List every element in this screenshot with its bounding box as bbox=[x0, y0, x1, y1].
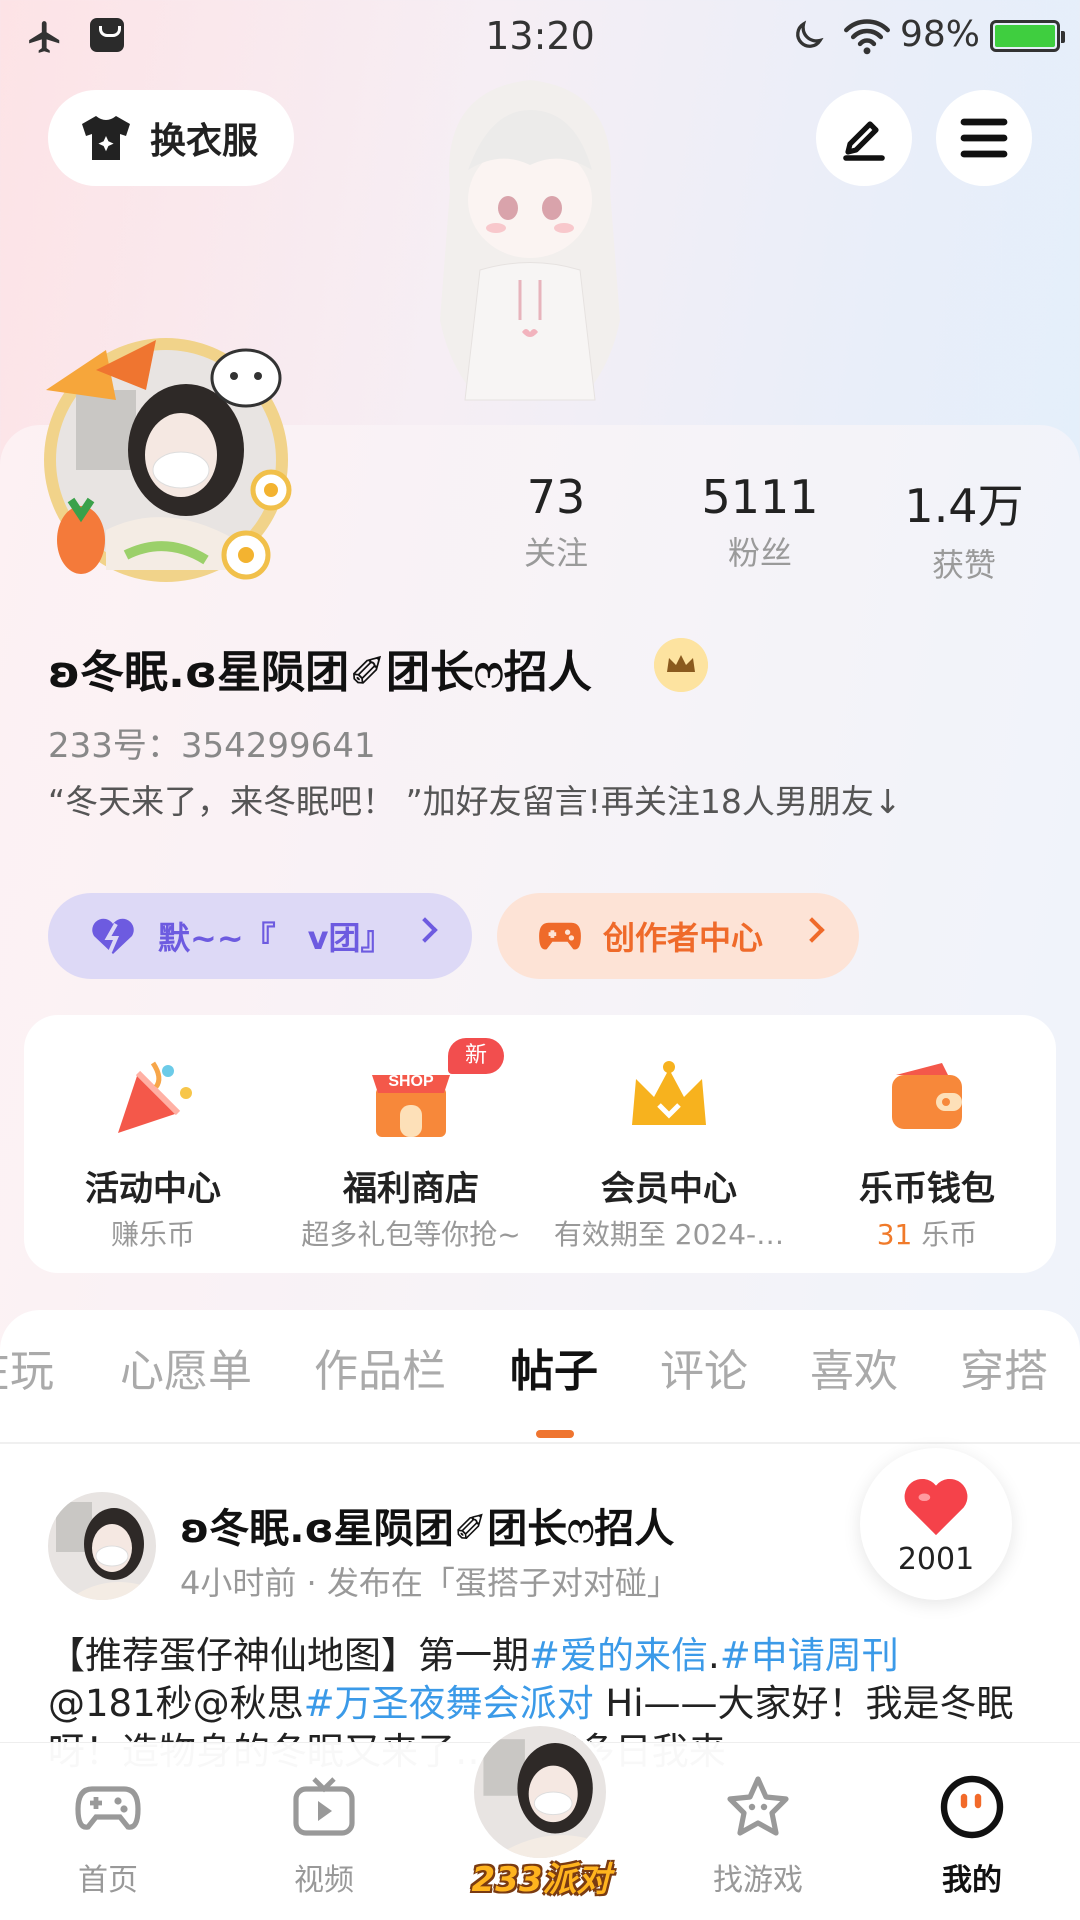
following-count: 73 bbox=[526, 470, 586, 524]
welfare-shop-title: 福利商店 bbox=[343, 1169, 479, 1209]
tab-likes[interactable]: 喜欢 bbox=[810, 1335, 898, 1399]
wallet-icon bbox=[892, 1063, 962, 1129]
tab-outfits[interactable]: 穿搭 bbox=[960, 1335, 1048, 1399]
member-center-item[interactable]: 会员中心 有效期至 2024-… bbox=[540, 1015, 798, 1273]
user-id: 233号：354299641 bbox=[48, 726, 376, 766]
post-text: . bbox=[708, 1634, 720, 1677]
activity-center-subtitle: 赚乐币 bbox=[110, 1218, 195, 1251]
post-author-name[interactable]: ʚ冬眠.ɞ星陨团✐团长ෆ招人 bbox=[180, 1496, 674, 1554]
tab-playing[interactable]: 在玩 bbox=[0, 1335, 54, 1399]
group-pill-button[interactable]: 默~~『 v团』 bbox=[48, 893, 472, 979]
chevron-right-icon bbox=[799, 917, 825, 943]
post-text: @181秒@秋思 bbox=[48, 1682, 304, 1725]
fans-label: 粉丝 bbox=[727, 534, 792, 572]
nav-mine[interactable]: 我的 bbox=[902, 1743, 1042, 1920]
do-not-disturb-icon bbox=[796, 20, 824, 48]
battery-percent: 98% bbox=[900, 14, 981, 55]
feature-shortcuts: 活动中心 赚乐币 SHOP 福利商店 超多礼包等你抢~ 会员中心 有效期至 20… bbox=[24, 1015, 1056, 1273]
post-text: 【推荐蛋仔神仙地图】第一期 bbox=[48, 1634, 529, 1677]
wallet-subtitle: 31 乐币 bbox=[798, 1213, 1056, 1253]
heart-icon bbox=[92, 918, 134, 954]
following-label: 关注 bbox=[523, 534, 588, 572]
wallet-title: 乐币钱包 bbox=[859, 1169, 995, 1209]
wallet-balance: 31 bbox=[876, 1218, 913, 1251]
party-popper-icon bbox=[118, 1061, 192, 1133]
activity-center-item[interactable]: 活动中心 赚乐币 bbox=[24, 1015, 282, 1273]
nav-home-label: 首页 bbox=[78, 1863, 138, 1898]
tab-divider bbox=[0, 1442, 1080, 1444]
hashtag[interactable]: #万圣夜舞会派对 bbox=[304, 1682, 594, 1725]
tab-wishlist[interactable]: 心愿单 bbox=[120, 1335, 252, 1399]
crown-badge-icon[interactable] bbox=[654, 638, 708, 692]
profile-nickname: ʚ冬眠.ɞ星陨团✐团长ෆ招人 bbox=[48, 647, 592, 698]
nav-find-games-label: 找游戏 bbox=[713, 1863, 803, 1898]
nav-home[interactable]: 首页 bbox=[38, 1743, 178, 1920]
creator-center-label: 创作者中心 bbox=[603, 919, 764, 957]
menu-icon bbox=[960, 118, 1008, 158]
likes-count: 1.4万 bbox=[904, 479, 1024, 533]
shop-icon-text: SHOP bbox=[388, 1073, 434, 1090]
nav-mine-label: 我的 bbox=[942, 1863, 1002, 1898]
profile-face-icon bbox=[940, 1775, 1004, 1839]
stat-fans[interactable]: 5111 粉丝 bbox=[670, 470, 850, 574]
member-center-subtitle: 有效期至 2024-… bbox=[553, 1218, 785, 1251]
chevron-right-icon bbox=[412, 917, 438, 943]
post-meta: 4小时前 · 发布在「蛋搭子对对碰」 bbox=[180, 1564, 679, 1602]
party-avatar-button[interactable] bbox=[470, 1722, 610, 1862]
wallet-unit: 乐币 bbox=[912, 1218, 978, 1251]
hashtag[interactable]: #爱的来信 bbox=[529, 1634, 708, 1677]
nav-video[interactable]: 视频 bbox=[254, 1743, 394, 1920]
stat-likes[interactable]: 1.4万 获赞 bbox=[874, 470, 1054, 586]
nav-video-label: 视频 bbox=[294, 1863, 354, 1898]
change-outfit-button[interactable]: 换衣服 bbox=[48, 90, 294, 186]
tab-posts[interactable]: 帖子 bbox=[510, 1335, 598, 1399]
activity-center-title: 活动中心 bbox=[85, 1169, 221, 1209]
wallet-item[interactable]: 乐币钱包 31 乐币 bbox=[798, 1015, 1056, 1273]
shop-icon: SHOP bbox=[372, 1073, 450, 1137]
menu-button[interactable] bbox=[936, 90, 1032, 186]
profile-avatar[interactable] bbox=[36, 330, 296, 590]
fans-count: 5111 bbox=[701, 470, 819, 524]
likes-label: 获赞 bbox=[931, 546, 996, 584]
star-face-icon bbox=[727, 1776, 789, 1836]
nav-find-games[interactable]: 找游戏 bbox=[688, 1743, 828, 1920]
profile-tabs: 在玩 心愿单 作品栏 帖子 评论 喜欢 穿搭 bbox=[0, 1335, 1080, 1415]
avatar-character-illustration bbox=[440, 80, 620, 401]
new-badge: 新 bbox=[448, 1038, 504, 1074]
welfare-shop-subtitle: 超多礼包等你抢~ bbox=[301, 1218, 521, 1251]
like-count: 2001 bbox=[897, 1542, 975, 1577]
tshirt-icon bbox=[82, 116, 130, 160]
member-center-title: 会员中心 bbox=[601, 1169, 737, 1209]
tab-comments[interactable]: 评论 bbox=[660, 1335, 748, 1399]
wifi-icon bbox=[844, 19, 890, 55]
gamepad-icon bbox=[539, 922, 581, 950]
group-pill-label: 默~~『 v团』 bbox=[158, 919, 393, 957]
active-tab-indicator bbox=[536, 1430, 574, 1438]
tv-icon bbox=[293, 1777, 355, 1836]
profile-bio: “冬天来了，来冬眠吧！ ”加好友留言!再关注18人男朋友↓ bbox=[48, 782, 902, 821]
status-bar: 13:20 98% bbox=[0, 0, 1080, 78]
tab-works[interactable]: 作品栏 bbox=[314, 1335, 446, 1399]
hashtag[interactable]: #申请周刊 bbox=[720, 1634, 899, 1677]
creator-center-button[interactable]: 创作者中心 bbox=[497, 893, 859, 979]
like-button[interactable]: 2001 bbox=[860, 1448, 1012, 1600]
crown-icon bbox=[632, 1061, 706, 1125]
edit-profile-button[interactable] bbox=[816, 90, 912, 186]
battery-icon bbox=[990, 20, 1065, 52]
party-label[interactable]: 233派对 bbox=[466, 1852, 616, 1901]
heart-icon bbox=[904, 1478, 968, 1536]
change-outfit-label: 换衣服 bbox=[150, 121, 259, 162]
pen-icon bbox=[843, 121, 885, 161]
gamepad-icon bbox=[75, 1786, 141, 1830]
post-author-avatar[interactable] bbox=[48, 1492, 156, 1600]
stat-following[interactable]: 73 关注 bbox=[466, 470, 646, 574]
